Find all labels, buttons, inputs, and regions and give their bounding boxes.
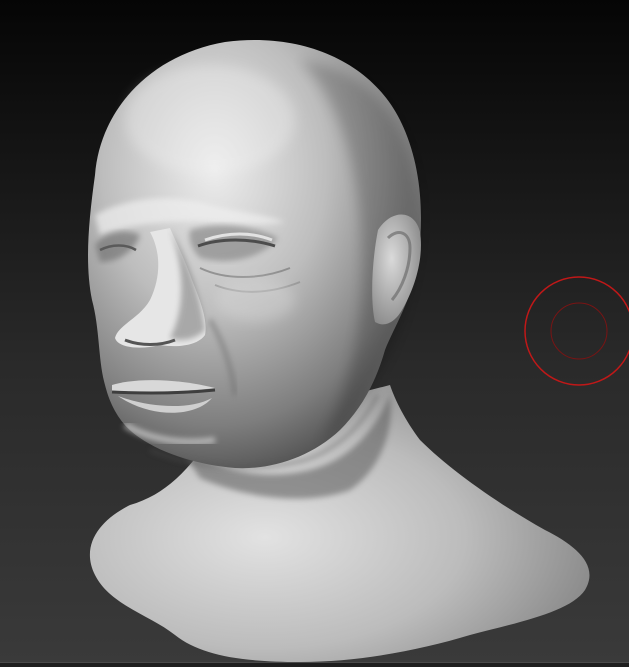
forehead-highlight xyxy=(125,65,295,175)
viewport-canvas[interactable] xyxy=(0,0,629,667)
brush-outer-radius xyxy=(524,276,629,386)
brush-cursor-icon[interactable] xyxy=(524,276,629,386)
viewport-bottom-edge xyxy=(0,662,629,667)
sculpt-viewport[interactable] xyxy=(0,0,629,667)
brush-inner-radius xyxy=(550,302,608,360)
cheekbone-highlight xyxy=(215,278,295,322)
sculpt-mesh-head[interactable] xyxy=(88,40,590,662)
ear xyxy=(372,214,421,325)
